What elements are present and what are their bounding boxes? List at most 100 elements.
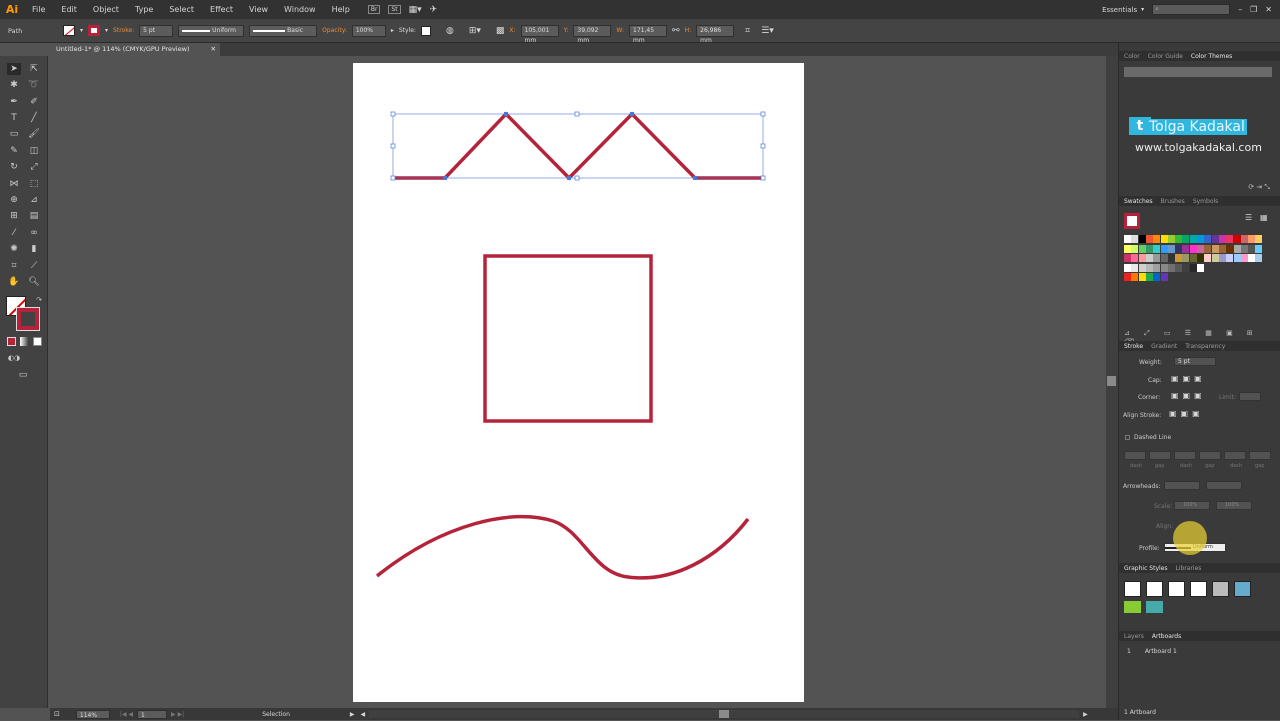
weight-field[interactable]: 5 pt [1174, 357, 1216, 366]
type-tool-icon[interactable]: T [7, 112, 21, 124]
pen-tool-icon[interactable]: ✒ [7, 96, 21, 108]
scale-end-field[interactable]: 100% [1216, 501, 1252, 510]
anchor-points[interactable] [443, 112, 697, 180]
dash-field[interactable] [1174, 451, 1196, 460]
tab-libraries[interactable]: Libraries [1175, 565, 1201, 572]
scale-tool-icon[interactable]: ⤢ [27, 161, 41, 173]
rectangle-tool-icon[interactable]: ▭ [7, 128, 21, 140]
document-tab[interactable]: Untitled-1* @ 114% (CMYK/GPU Preview) ✕ [50, 43, 220, 56]
selection-tool-icon[interactable]: ➤ [7, 63, 21, 75]
swatch[interactable] [1233, 254, 1241, 262]
swatch[interactable] [1189, 263, 1197, 272]
tab-transparency[interactable]: Transparency [1185, 343, 1225, 350]
dash-field[interactable] [1149, 451, 1171, 460]
swatch[interactable] [1160, 235, 1168, 243]
stroke-color-swatch[interactable] [16, 307, 40, 331]
swatch[interactable] [1218, 235, 1226, 243]
tab-artboards[interactable]: Artboards [1152, 633, 1181, 640]
color-themes-search[interactable] [1124, 67, 1272, 77]
h-scroll-thumb[interactable] [719, 710, 730, 718]
swatch[interactable] [1153, 254, 1161, 262]
swatch[interactable] [1226, 244, 1234, 253]
limit-field[interactable] [1239, 392, 1261, 401]
tab-gradient[interactable]: Gradient [1151, 343, 1177, 350]
tab-graphic-styles[interactable]: Graphic Styles [1124, 565, 1167, 572]
column-graph-tool-icon[interactable]: ▮ [27, 243, 41, 255]
scroll-left-icon[interactable]: ◀ [361, 711, 366, 718]
swatch[interactable] [1167, 235, 1175, 243]
color-themes-actions[interactable]: ⟳ ⇥ ⤡ [1248, 183, 1270, 192]
swatch[interactable] [1197, 235, 1204, 243]
scroll-right-icon[interactable]: ▶ [1083, 711, 1088, 718]
pencil-tool-icon[interactable]: ✎ [7, 145, 21, 157]
swatch[interactable] [1204, 235, 1212, 243]
swatch[interactable] [1182, 263, 1190, 272]
workspace-switcher[interactable]: Essentials [1102, 6, 1137, 14]
swatch[interactable] [1175, 254, 1183, 262]
artboard-number-field[interactable]: 1 [137, 709, 168, 719]
restore-icon[interactable]: ❐ [1250, 5, 1257, 14]
dashed-line-checkbox[interactable] [1125, 435, 1130, 440]
direct-selection-tool-icon[interactable]: ⇱ [27, 63, 41, 75]
curvature-tool-icon[interactable]: ✐ [27, 96, 41, 108]
width-tool-icon[interactable]: ⋈ [7, 178, 21, 190]
isolate-icon[interactable]: ⌗ [745, 26, 750, 36]
opacity-label[interactable]: Opacity: [322, 27, 347, 34]
swatch[interactable] [1211, 254, 1219, 262]
swatch[interactable] [1145, 254, 1153, 262]
link-proportions-icon[interactable]: ⚯ [672, 26, 680, 36]
graphic-style-swatch[interactable] [1146, 581, 1163, 597]
tab-brushes[interactable]: Brushes [1161, 198, 1185, 205]
opacity-field[interactable]: 100% [351, 24, 386, 37]
artboard-list-item[interactable]: 1 Artboard 1 [1119, 646, 1269, 657]
perspective-grid-tool-icon[interactable]: ⊿ [27, 194, 41, 206]
swatch[interactable] [1160, 254, 1168, 262]
swatch[interactable] [1255, 254, 1263, 262]
dash-field[interactable] [1199, 451, 1221, 460]
w-field[interactable]: 171,45 mm [629, 24, 668, 44]
gradient-tool-icon[interactable]: ▤ [27, 210, 41, 222]
swatch[interactable] [1248, 244, 1256, 253]
menu-help[interactable]: Help [324, 5, 358, 14]
swatch[interactable] [1197, 263, 1204, 272]
mesh-tool-icon[interactable]: ⊞ [7, 210, 21, 222]
swatch[interactable] [1138, 235, 1146, 243]
stroke-label[interactable]: Stroke: [113, 27, 134, 34]
chevron-right-icon[interactable]: ▸ [391, 27, 394, 34]
graphic-style-swatch[interactable] [1124, 581, 1141, 597]
swatch[interactable] [1240, 235, 1248, 243]
swatch[interactable] [1182, 254, 1190, 262]
swatch[interactable] [1138, 244, 1146, 253]
brush-definition[interactable]: Basic [249, 24, 318, 37]
swatch[interactable] [1248, 235, 1256, 243]
variable-width-profile[interactable]: Uniform [178, 24, 245, 37]
magic-wand-tool-icon[interactable]: ✱ [7, 79, 21, 91]
scroll-thumb[interactable] [1107, 376, 1116, 386]
swatch[interactable] [1175, 235, 1183, 243]
swatch[interactable] [1233, 244, 1241, 253]
symbol-sprayer-tool-icon[interactable]: ✺ [7, 243, 21, 255]
free-transform-tool-icon[interactable]: ⬚ [27, 178, 41, 190]
swatch[interactable] [1255, 235, 1263, 243]
graphic-styles-grid[interactable] [1124, 581, 1264, 617]
swatch[interactable] [1189, 244, 1197, 253]
x-field[interactable]: 105,001 mm [520, 24, 559, 44]
tab-color[interactable]: Color [1124, 53, 1140, 60]
swatch[interactable] [1145, 263, 1153, 272]
swatch[interactable] [1124, 254, 1131, 262]
dash-field[interactable] [1249, 451, 1271, 460]
vertical-scrollbar[interactable] [1106, 56, 1118, 708]
arrange-documents-icon[interactable]: ▦▾ [409, 5, 422, 15]
swatch[interactable] [1124, 235, 1131, 243]
h-field[interactable]: 26,986 mm [696, 24, 735, 44]
swatch[interactable] [1240, 244, 1248, 253]
graphic-style-swatch[interactable] [1212, 581, 1229, 597]
align-stroke-buttons[interactable]: ▣▣▣ [1169, 409, 1204, 418]
menu-edit[interactable]: Edit [53, 5, 85, 14]
hand-tool-icon[interactable]: ✋ [7, 276, 21, 288]
swatch[interactable] [1255, 244, 1263, 253]
blend-tool-icon[interactable]: ∞ [27, 227, 41, 239]
zigzag-path[interactable] [393, 111, 763, 181]
swatch[interactable] [1167, 244, 1175, 253]
artboard-tool-icon[interactable]: ⌗ [7, 260, 21, 272]
